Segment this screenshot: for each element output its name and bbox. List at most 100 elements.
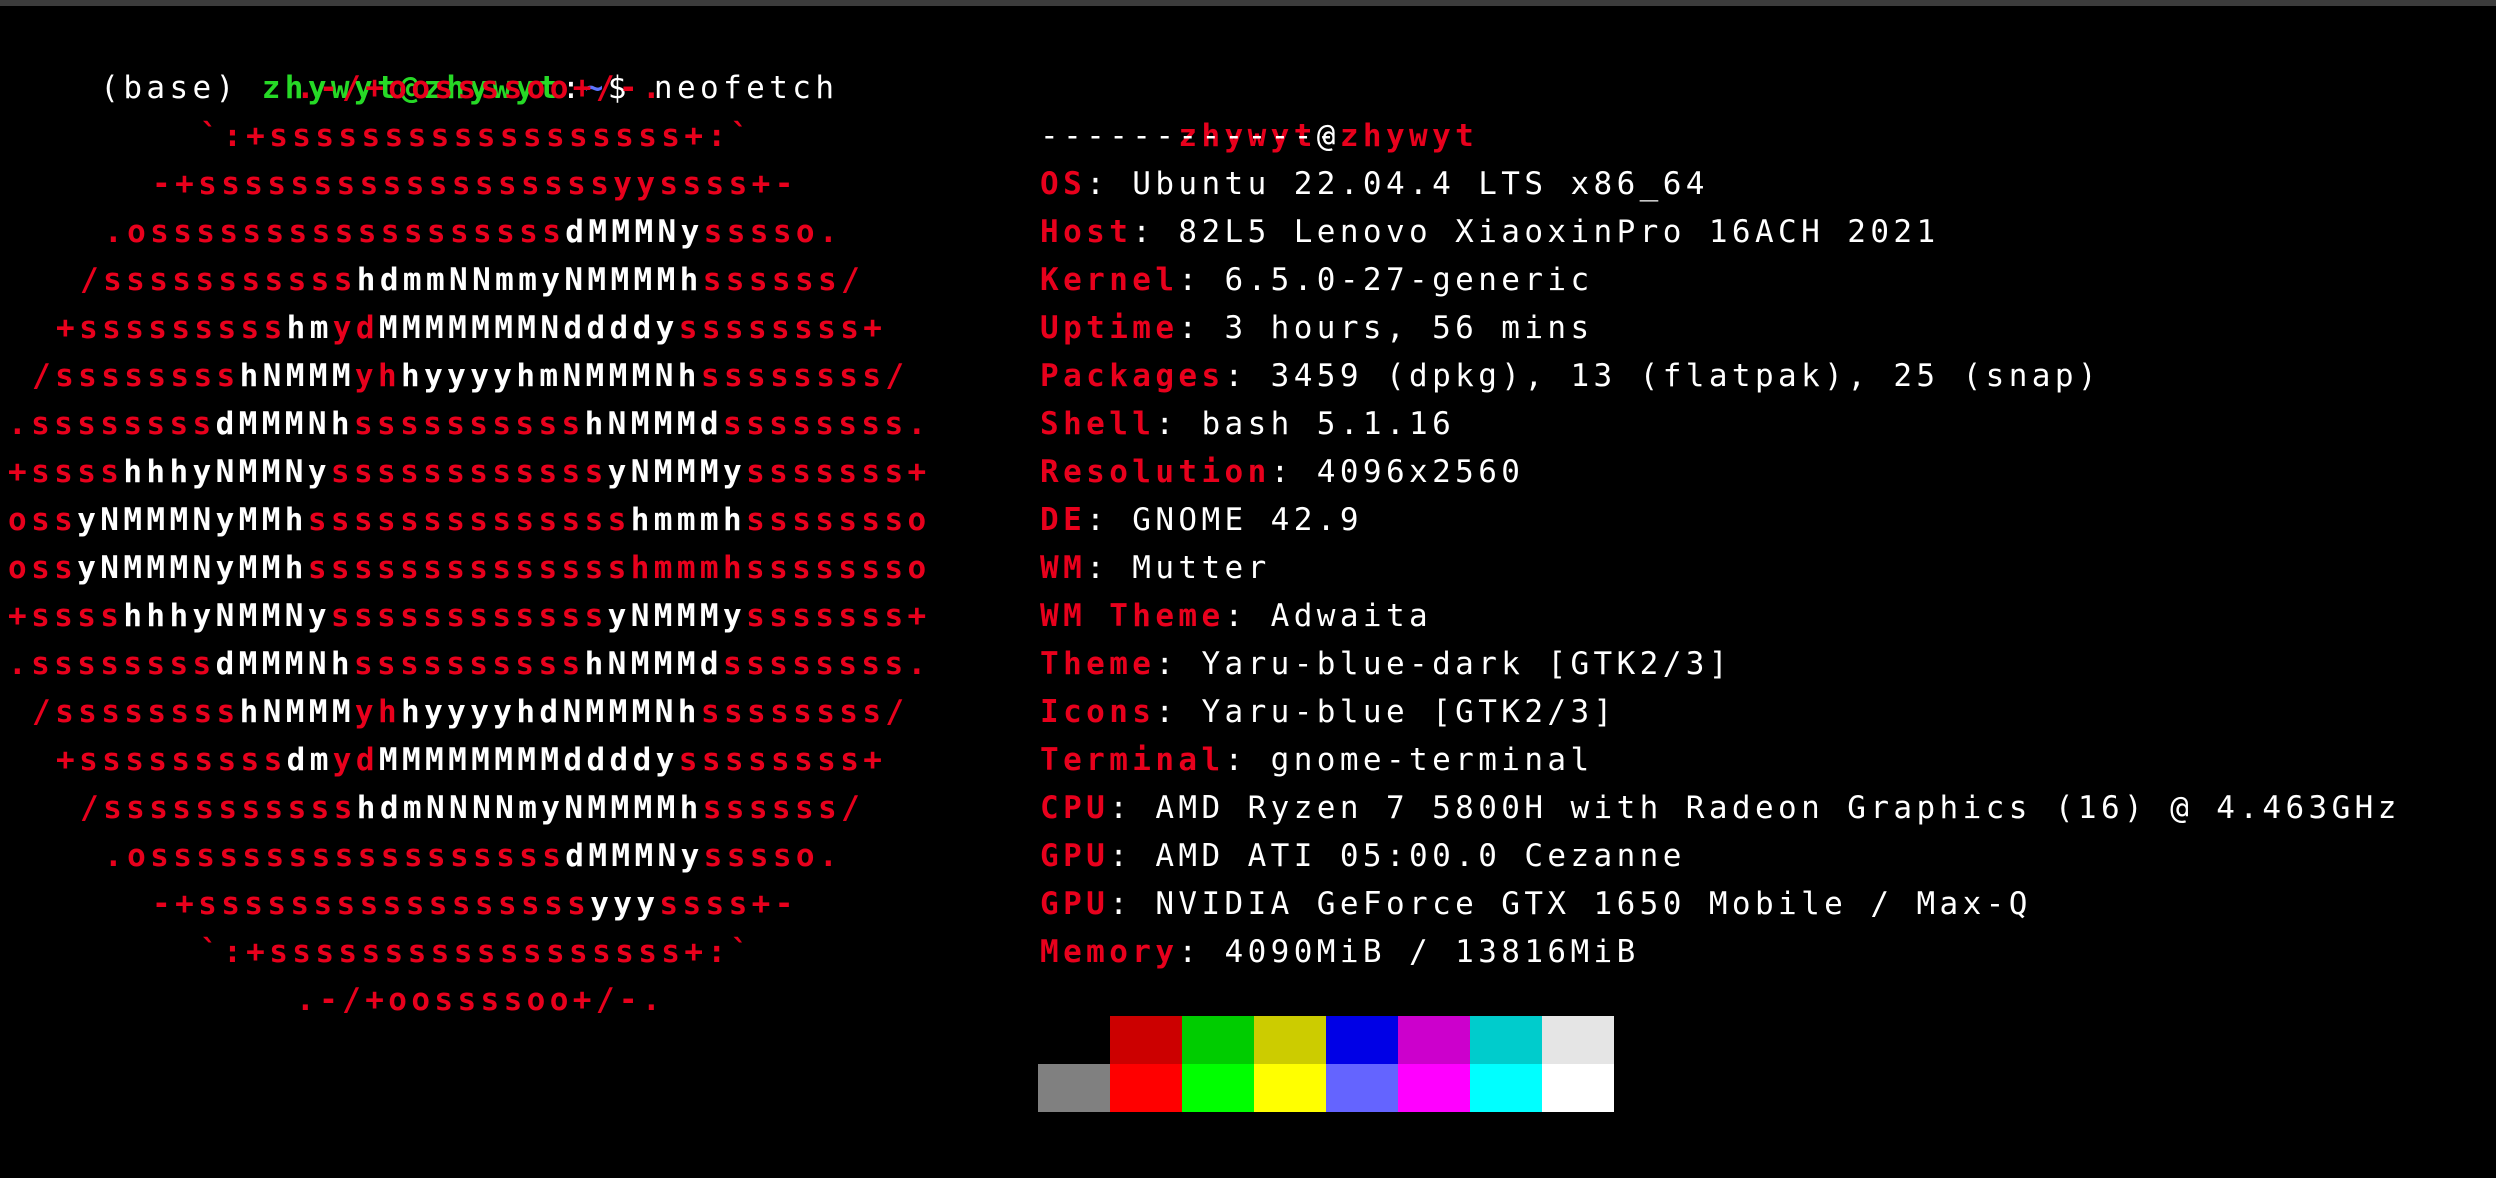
- logo-line: .ssssssssdMMMNhsssssssssshNMMMdssssssss.: [8, 400, 931, 448]
- logo-line: +sssshhhyNMMNyssssssssssssyNMMMysssssss+: [8, 592, 931, 640]
- info-key: WM Theme: [1040, 598, 1225, 634]
- logo-segment: yh: [354, 358, 402, 394]
- info-row: OS: Ubuntu 22.04.4 LTS x86_64: [1040, 160, 1709, 208]
- logo-segment: ssssssssssss: [330, 598, 608, 634]
- logo-segment: /sssssssssss: [80, 262, 357, 298]
- info-separator: :: [1270, 454, 1317, 490]
- info-row: CPU: AMD Ryzen 7 5800H with Radeon Graph…: [1040, 784, 2401, 832]
- logo-segment: sssssss+: [746, 598, 931, 634]
- logo-segment: ssss+-: [659, 886, 798, 922]
- logo-segment: hdmNNNNmyNMMMMh: [356, 790, 703, 826]
- logo-line: +sssssssssdmydMMMMMMMMddddyssssssss+: [56, 736, 886, 784]
- info-value: GNOME 42.9: [1132, 502, 1363, 538]
- logo-segment: dMMMNh: [215, 406, 354, 442]
- logo-segment: yd: [332, 742, 379, 778]
- logo-segment: yd: [332, 310, 379, 346]
- info-key: CPU: [1040, 790, 1110, 826]
- logo-line: .ossssssssssssssssssdMMMNysssso.: [104, 832, 842, 880]
- logo-segment: +sssssssss: [56, 742, 287, 778]
- logo-line: `:+ssssssssssssssssss+:`: [200, 112, 754, 160]
- logo-segment: ssssss/: [702, 262, 865, 298]
- logo-segment: dMMMNy: [565, 838, 704, 874]
- logo-segment: hyyyyhdNMMMNh: [401, 694, 701, 730]
- info-value: bash 5.1.16: [1201, 406, 1456, 442]
- info-key: Uptime: [1040, 310, 1179, 346]
- logo-segment: yh: [354, 694, 402, 730]
- info-separator: :: [1086, 166, 1133, 202]
- logo-segment: .-/+oossssoo+/-.: [296, 982, 666, 1018]
- info-row: Host: 82L5 Lenovo XiaoxinPro 16ACH 2021: [1040, 208, 1940, 256]
- info-row: Packages: 3459 (dpkg), 13 (flatpak), 25 …: [1040, 352, 2101, 400]
- info-separator: :: [1178, 310, 1225, 346]
- info-separator: :: [1155, 406, 1202, 442]
- info-value: 4096x2560: [1316, 454, 1525, 490]
- logo-segment: sssso.: [703, 214, 843, 250]
- logo-segment: .ssssssss: [8, 646, 216, 682]
- info-value: Ubuntu 22.04.4 LTS x86_64: [1132, 166, 1709, 202]
- info-row: Kernel: 6.5.0-27-generic: [1040, 256, 1594, 304]
- logo-segment: hyyyyhmNMMMNh: [401, 358, 701, 394]
- logo-segment: dMMMNh: [215, 646, 354, 682]
- info-key: Kernel: [1040, 262, 1179, 298]
- info-row: GPU: NVIDIA GeForce GTX 1650 Mobile / Ma…: [1040, 880, 2032, 928]
- color-swatch: [1038, 1064, 1110, 1112]
- info-value: 6.5.0-27-generic: [1224, 262, 1594, 298]
- info-key: Icons: [1040, 694, 1156, 730]
- color-swatch: [1470, 1016, 1542, 1064]
- info-row: Memory: 4090MiB / 13816MiB: [1040, 928, 1640, 976]
- color-swatch: [1542, 1064, 1614, 1112]
- info-value: Yaru-blue [GTK2/3]: [1201, 694, 1617, 730]
- logo-line: /sssssssshNMMMyhhyyyyhmNMMMNhssssssss/: [32, 352, 908, 400]
- logo-segment: hNMMMd: [584, 406, 723, 442]
- logo-segment: ssssssssss: [353, 406, 585, 442]
- logo-segment: oss: [8, 550, 78, 586]
- info-value: 3 hours, 56 mins: [1224, 310, 1594, 346]
- info-key: DE: [1040, 502, 1087, 538]
- logo-segment: /sssssssssss: [80, 790, 357, 826]
- info-value: gnome-terminal: [1270, 742, 1594, 778]
- info-separator: :: [1086, 502, 1133, 538]
- logo-segment: hdmmNNmmyNMMMMh: [356, 262, 703, 298]
- logo-segment: ssssssss/: [700, 694, 909, 730]
- color-swatch: [1254, 1016, 1326, 1064]
- logo-segment: ssssss/: [702, 790, 865, 826]
- conda-env: (base): [100, 70, 262, 106]
- info-key: Memory: [1040, 934, 1179, 970]
- info-key: Terminal: [1040, 742, 1225, 778]
- logo-segment: yyy: [590, 886, 660, 922]
- info-row: WM Theme: Adwaita: [1040, 592, 1432, 640]
- info-separator: :: [1086, 550, 1133, 586]
- color-swatch: [1038, 1016, 1110, 1064]
- logo-segment: ssssssssss: [353, 646, 585, 682]
- logo-segment: -+ssssssssssssssssssyyssss+-: [152, 166, 798, 202]
- logo-segment: MMMMMMMNddddy: [378, 310, 679, 346]
- logo-line: -+sssssssssssssssssyyyssss+-: [152, 880, 798, 928]
- logo-segment: -+sssssssssssssssss: [152, 886, 591, 922]
- info-key: Theme: [1040, 646, 1156, 682]
- logo-segment: .-/+oossssoo+/-.: [296, 70, 666, 106]
- logo-line: .-/+oossssoo+/-.: [296, 976, 665, 1024]
- logo-segment: yNMMMy: [607, 454, 747, 490]
- logo-line: ossyNMMMNyMMhsssssssssssssshmmmhssssssso: [8, 544, 931, 592]
- logo-segment: hhhyNMMNy: [123, 454, 331, 490]
- logo-line: ossyNMMMNyMMhsssssssssssssshmmmhssssssso: [8, 496, 931, 544]
- info-value: AMD Ryzen 7 5800H with Radeon Graphics (…: [1155, 790, 2401, 826]
- logo-segment: ssssssss+: [678, 742, 887, 778]
- info-separator: :: [1109, 886, 1156, 922]
- color-swatch: [1326, 1016, 1398, 1064]
- color-palette: [1038, 1016, 1614, 1112]
- logo-segment: yNMMMy: [607, 598, 747, 634]
- logo-line: `:+ssssssssssssssssss+:`: [200, 928, 754, 976]
- info-row: Theme: Yaru-blue-dark [GTK2/3]: [1040, 640, 1732, 688]
- info-separator: :: [1178, 262, 1225, 298]
- info-separator: :: [1224, 598, 1271, 634]
- logo-segment: sssssssssssssshmmmhssssssso: [307, 550, 931, 586]
- color-swatch: [1326, 1064, 1398, 1112]
- info-separator: :: [1155, 694, 1202, 730]
- info-value: NVIDIA GeForce GTX 1650 Mobile / Max-Q: [1155, 886, 2032, 922]
- logo-segment: yNMMMNyMMh: [77, 502, 308, 538]
- info-host: zhywyt: [1339, 118, 1479, 154]
- logo-segment: `:+ssssssssssssssssss+:`: [200, 934, 754, 970]
- terminal-window[interactable]: (base) zhywyt@zhywyt:~$ neofetch .-/+oos…: [0, 0, 2496, 1178]
- logo-segment: .ssssssss: [8, 406, 216, 442]
